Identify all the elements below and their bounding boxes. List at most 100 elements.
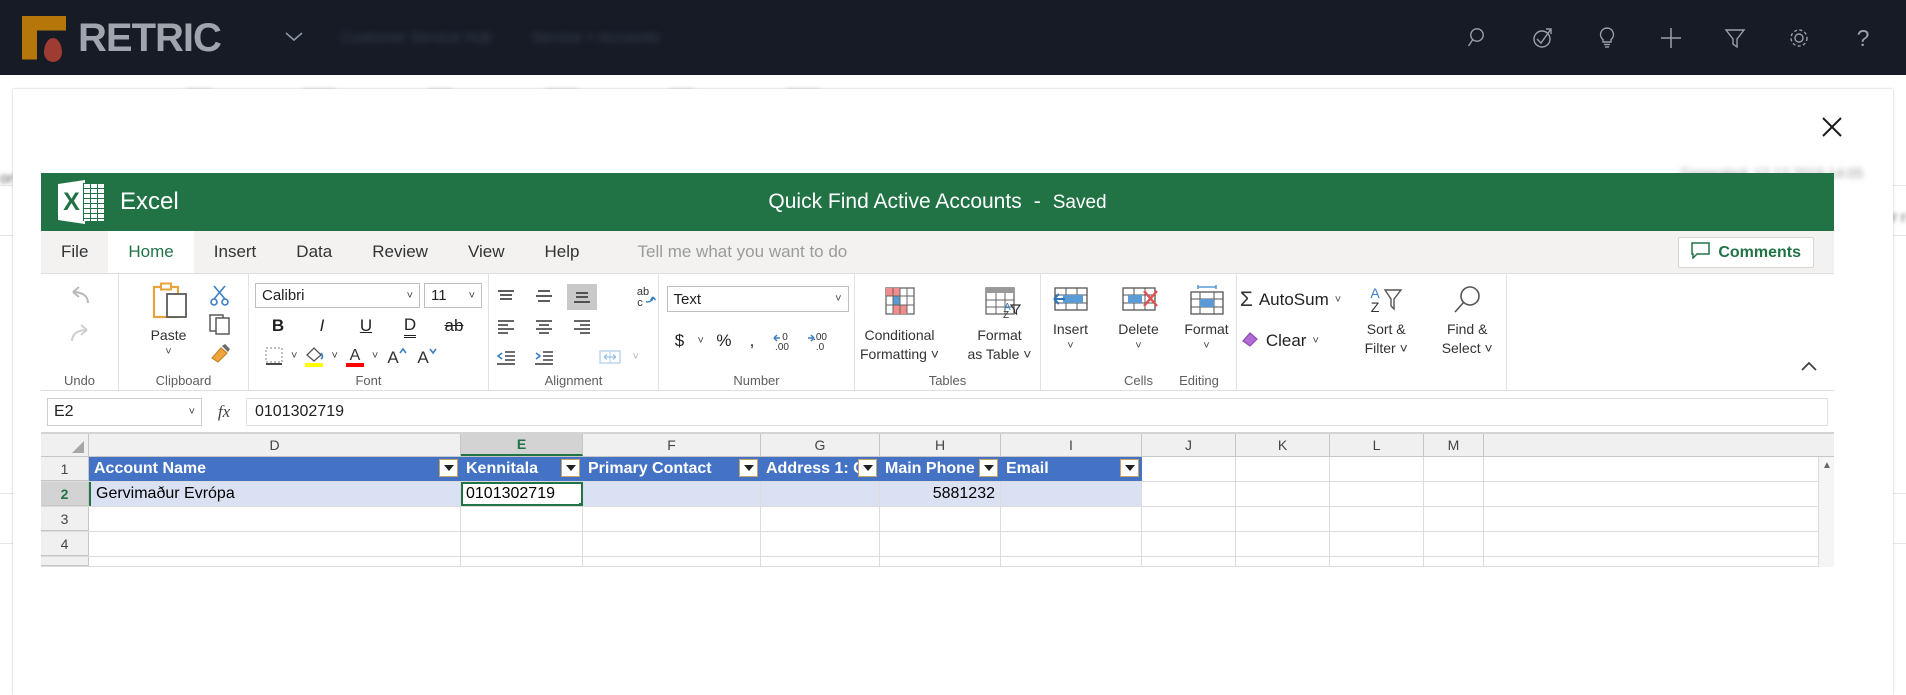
cell-M1[interactable] <box>1424 457 1484 481</box>
cell-M4[interactable] <box>1424 532 1484 556</box>
tab-insert[interactable]: Insert <box>194 231 277 273</box>
diagnostics-icon[interactable] <box>1530 25 1556 51</box>
cut-icon[interactable] <box>208 284 232 306</box>
cell-I5[interactable] <box>1001 557 1142 566</box>
insights-lightbulb-icon[interactable] <box>1594 25 1620 51</box>
settings-gear-icon[interactable] <box>1786 25 1812 51</box>
paste-dropdown-icon[interactable]: ˅ <box>165 346 171 358</box>
cell-F2[interactable] <box>583 482 761 506</box>
column-header-E[interactable]: E <box>461 434 583 456</box>
double-underline-button[interactable]: D <box>395 313 425 339</box>
orientation-icon[interactable]: ab c <box>631 284 661 310</box>
chevron-down-icon[interactable] <box>283 28 305 48</box>
cell-D2[interactable]: Gervimaður Evrópa <box>89 482 461 506</box>
search-icon[interactable] <box>1466 25 1492 51</box>
delete-dropdown-icon[interactable]: ˅ <box>1135 340 1141 352</box>
cell-L2[interactable] <box>1330 482 1424 506</box>
row-header-2[interactable]: 2 <box>41 482 89 506</box>
merge-dropdown-icon[interactable]: ˅ <box>633 351 639 363</box>
cell-M3[interactable] <box>1424 507 1484 531</box>
format-cells-icon[interactable] <box>1185 284 1229 318</box>
increase-indent-icon[interactable] <box>529 344 559 370</box>
tab-help[interactable]: Help <box>525 231 600 273</box>
insert-dropdown-icon[interactable]: ˅ <box>1067 340 1073 352</box>
cell-J3[interactable] <box>1142 507 1236 531</box>
clear-dropdown-icon[interactable]: ˅ <box>1312 335 1318 347</box>
percent-format-icon[interactable]: % <box>713 328 735 354</box>
column-header-J[interactable]: J <box>1142 434 1236 456</box>
cell-I2[interactable] <box>1001 482 1142 506</box>
fill-color-icon[interactable] <box>303 344 325 368</box>
decrease-indent-icon[interactable] <box>491 344 521 370</box>
currency-format-icon[interactable]: $ <box>671 328 689 354</box>
cell-J2[interactable] <box>1142 482 1236 506</box>
undo-button[interactable] <box>65 286 95 308</box>
filter-funnel-icon[interactable] <box>1722 25 1748 51</box>
select-all-corner[interactable] <box>41 434 89 456</box>
align-left-icon[interactable] <box>491 314 521 340</box>
borders-dropdown-icon[interactable]: ˅ <box>291 350 297 362</box>
format-as-table-icon[interactable]: A Z <box>977 284 1023 324</box>
number-format-select[interactable]: Text ˅ <box>666 286 849 312</box>
column-header-H[interactable]: H <box>880 434 1001 456</box>
font-size-select[interactable]: 11 ˅ <box>424 283 482 308</box>
row-header-5[interactable] <box>41 557 89 566</box>
redo-button[interactable] <box>65 324 95 346</box>
format-dropdown-icon[interactable]: ˅ <box>1203 340 1209 352</box>
cell-F5[interactable] <box>583 557 761 566</box>
font-color-dropdown-icon[interactable]: ˅ <box>372 350 378 362</box>
column-header-L[interactable]: L <box>1330 434 1424 456</box>
cell-K1[interactable] <box>1236 457 1330 481</box>
currency-dropdown-icon[interactable]: ˅ <box>698 335 704 347</box>
borders-icon[interactable] <box>263 345 285 367</box>
cell-M5[interactable] <box>1424 557 1484 566</box>
fill-handle[interactable] <box>579 503 582 506</box>
quick-create-plus-icon[interactable] <box>1658 25 1684 51</box>
align-top-icon[interactable] <box>491 284 521 310</box>
cell-G2[interactable] <box>761 482 880 506</box>
align-right-icon[interactable] <box>567 314 597 340</box>
font-color-icon[interactable]: A <box>344 344 366 368</box>
cell-H4[interactable] <box>880 532 1001 556</box>
cell-J5[interactable] <box>1142 557 1236 566</box>
cell-K2[interactable] <box>1236 482 1330 506</box>
name-box[interactable]: E2 ˅ <box>47 397 202 426</box>
cell-H3[interactable] <box>880 507 1001 531</box>
comments-button[interactable]: Comments <box>1678 237 1814 268</box>
cell-H5[interactable] <box>880 557 1001 566</box>
filter-dropdown-icon[interactable] <box>858 459 877 477</box>
insert-cells-icon[interactable] <box>1049 284 1093 318</box>
cell-J4[interactable] <box>1142 532 1236 556</box>
tab-data[interactable]: Data <box>276 231 352 273</box>
table-header-account-name[interactable]: Account Name <box>89 457 461 481</box>
cell-D3[interactable] <box>89 507 461 531</box>
vertical-scrollbar[interactable]: ▲ <box>1818 457 1834 567</box>
increase-font-size-icon[interactable]: A <box>384 345 408 367</box>
cell-F4[interactable] <box>583 532 761 556</box>
delete-cells-icon[interactable] <box>1117 284 1161 318</box>
tab-review[interactable]: Review <box>352 231 448 273</box>
scroll-up-arrow[interactable]: ▲ <box>1819 457 1834 473</box>
cell-E2[interactable]: 0101302719 <box>461 482 583 506</box>
cell-L1[interactable] <box>1330 457 1424 481</box>
table-header-primary-contact[interactable]: Primary Contact <box>583 457 761 481</box>
cell-H2[interactable]: 5881232 <box>880 482 1001 506</box>
filter-dropdown-icon[interactable] <box>439 459 458 477</box>
cell-I4[interactable] <box>1001 532 1142 556</box>
formula-input[interactable]: 0101302719 <box>246 397 1828 426</box>
find-select-icon[interactable] <box>1447 284 1487 318</box>
cell-E5[interactable] <box>461 557 583 566</box>
align-center-icon[interactable] <box>529 314 559 340</box>
autosum-dropdown-icon[interactable]: ˅ <box>1335 294 1341 306</box>
cell-D4[interactable] <box>89 532 461 556</box>
column-header-G[interactable]: G <box>761 434 880 456</box>
cell-G3[interactable] <box>761 507 880 531</box>
clear-label[interactable]: Clear <box>1266 331 1307 351</box>
column-header-K[interactable]: K <box>1236 434 1330 456</box>
tab-file[interactable]: File <box>41 231 109 273</box>
comma-format-icon[interactable]: , <box>744 328 760 354</box>
table-header-main-phone[interactable]: Main Phone <box>880 457 1001 481</box>
cell-D5[interactable] <box>89 557 461 566</box>
decrease-font-size-icon[interactable]: A <box>414 345 438 367</box>
cell-J1[interactable] <box>1142 457 1236 481</box>
